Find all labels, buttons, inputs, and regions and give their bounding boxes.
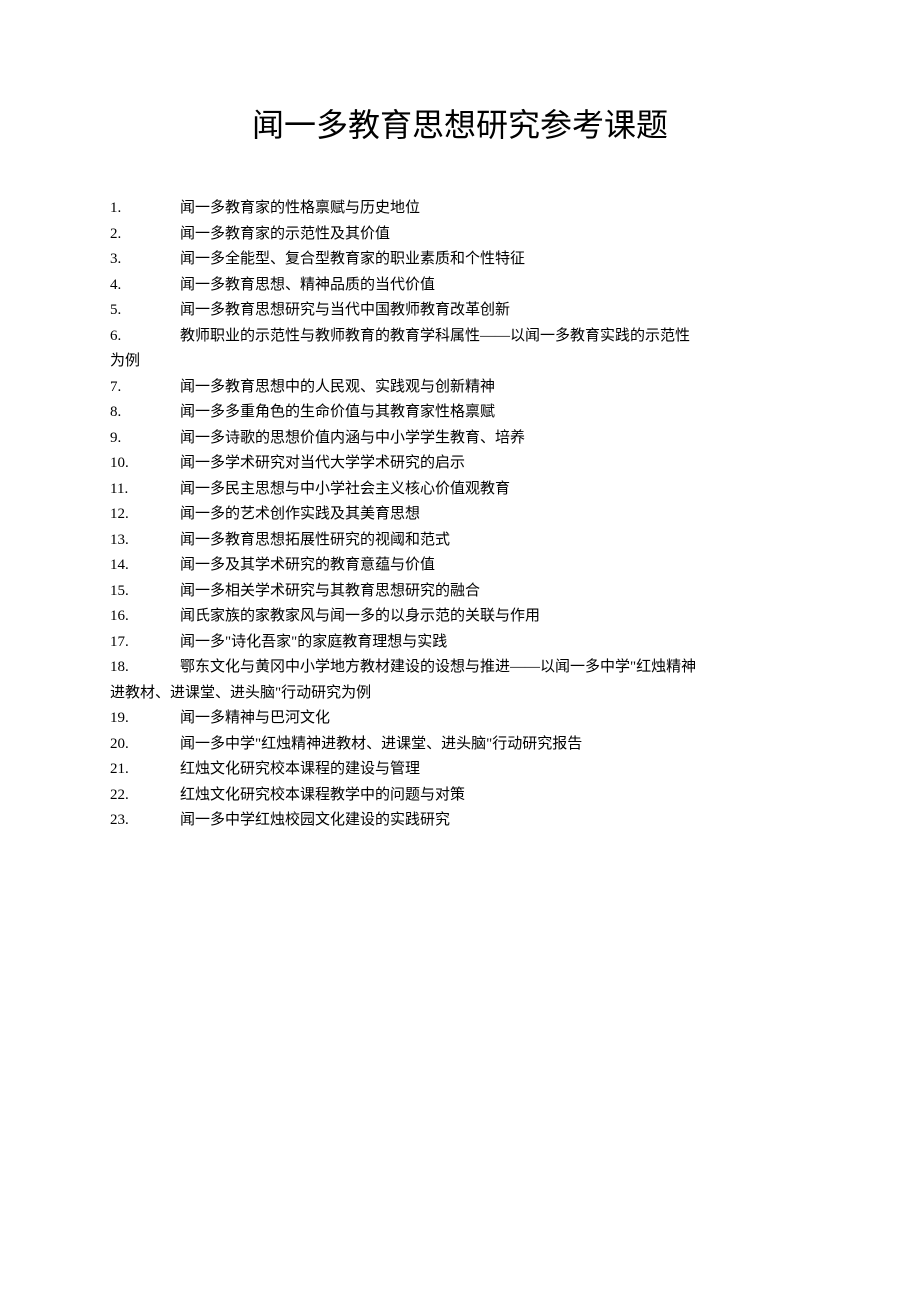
item-text: 闻一多学术研究对当代大学学术研究的启示 bbox=[180, 455, 465, 471]
item-text: 红烛文化研究校本课程的建设与管理 bbox=[180, 761, 420, 777]
item-number: 6. bbox=[110, 324, 142, 350]
item-text: 闻一多教育家的示范性及其价值 bbox=[180, 226, 390, 242]
item-text: 闻一多多重角色的生命价值与其教育家性格禀赋 bbox=[180, 404, 495, 420]
list-item: 6. 教师职业的示范性与教师教育的教育学科属性——以闻一多教育实践的示范性 bbox=[110, 324, 810, 350]
list-item: 11. 闻一多民主思想与中小学社会主义核心价值观教育 bbox=[110, 477, 810, 503]
item-number: 20. bbox=[110, 732, 142, 758]
list-item: 17. 闻一多"诗化吾家"的家庭教育理想与实践 bbox=[110, 630, 810, 656]
item-number: 2. bbox=[110, 222, 142, 248]
item-number: 21. bbox=[110, 757, 142, 783]
list-item: 19. 闻一多精神与巴河文化 bbox=[110, 706, 810, 732]
list-item: 23. 闻一多中学红烛校园文化建设的实践研究 bbox=[110, 808, 810, 834]
list-item: 12. 闻一多的艺术创作实践及其美育思想 bbox=[110, 502, 810, 528]
list-item: 4. 闻一多教育思想、精神品质的当代价值 bbox=[110, 273, 810, 299]
item-number: 18. bbox=[110, 655, 142, 681]
item-number: 7. bbox=[110, 375, 142, 401]
item-number: 5. bbox=[110, 298, 142, 324]
item-number: 22. bbox=[110, 783, 142, 809]
item-number: 13. bbox=[110, 528, 142, 554]
list-item: 8. 闻一多多重角色的生命价值与其教育家性格禀赋 bbox=[110, 400, 810, 426]
item-number: 14. bbox=[110, 553, 142, 579]
list-item: 1. 闻一多教育家的性格禀赋与历史地位 bbox=[110, 196, 810, 222]
item-text: 闻一多中学"红烛精神进教材、进课堂、进头脑"行动研究报告 bbox=[180, 736, 582, 752]
item-number: 19. bbox=[110, 706, 142, 732]
item-continuation: 进教材、进课堂、进头脑"行动研究为例 bbox=[110, 681, 810, 707]
item-text: 闻一多中学红烛校园文化建设的实践研究 bbox=[180, 812, 450, 828]
list-item: 5. 闻一多教育思想研究与当代中国教师教育改革创新 bbox=[110, 298, 810, 324]
item-text: 闻一多相关学术研究与其教育思想研究的融合 bbox=[180, 583, 480, 599]
item-number: 15. bbox=[110, 579, 142, 605]
list-item: 14. 闻一多及其学术研究的教育意蕴与价值 bbox=[110, 553, 810, 579]
list-item: 16. 闻氏家族的家教家风与闻一多的以身示范的关联与作用 bbox=[110, 604, 810, 630]
item-number: 9. bbox=[110, 426, 142, 452]
item-text: 闻一多的艺术创作实践及其美育思想 bbox=[180, 506, 420, 522]
topic-list: 1. 闻一多教育家的性格禀赋与历史地位 2. 闻一多教育家的示范性及其价值 3. 闻一多全… bbox=[110, 196, 810, 834]
item-continuation: 为例 bbox=[110, 349, 810, 375]
list-item: 2. 闻一多教育家的示范性及其价值 bbox=[110, 222, 810, 248]
list-item: 21. 红烛文化研究校本课程的建设与管理 bbox=[110, 757, 810, 783]
item-number: 12. bbox=[110, 502, 142, 528]
item-text: 闻一多教育思想研究与当代中国教师教育改革创新 bbox=[180, 302, 510, 318]
item-number: 4. bbox=[110, 273, 142, 299]
item-text: 闻一多诗歌的思想价值内涵与中小学学生教育、培养 bbox=[180, 430, 525, 446]
item-number: 3. bbox=[110, 247, 142, 273]
item-number: 11. bbox=[110, 477, 142, 503]
list-item: 13. 闻一多教育思想拓展性研究的视阈和范式 bbox=[110, 528, 810, 554]
item-number: 10. bbox=[110, 451, 142, 477]
item-text: 闻一多教育家的性格禀赋与历史地位 bbox=[180, 200, 420, 216]
item-text: 鄂东文化与黄冈中小学地方教材建设的设想与推进——以闻一多中学"红烛精神 bbox=[180, 659, 696, 675]
item-text: 闻一多及其学术研究的教育意蕴与价值 bbox=[180, 557, 435, 573]
item-number: 16. bbox=[110, 604, 142, 630]
item-number: 1. bbox=[110, 196, 142, 222]
list-item: 3. 闻一多全能型、复合型教育家的职业素质和个性特征 bbox=[110, 247, 810, 273]
item-text: 闻氏家族的家教家风与闻一多的以身示范的关联与作用 bbox=[180, 608, 540, 624]
item-text: 闻一多民主思想与中小学社会主义核心价值观教育 bbox=[180, 481, 510, 497]
item-text: 闻一多全能型、复合型教育家的职业素质和个性特征 bbox=[180, 251, 525, 267]
item-text: 闻一多教育思想中的人民观、实践观与创新精神 bbox=[180, 379, 495, 395]
list-item: 22. 红烛文化研究校本课程教学中的问题与对策 bbox=[110, 783, 810, 809]
list-item: 15. 闻一多相关学术研究与其教育思想研究的融合 bbox=[110, 579, 810, 605]
item-text: 教师职业的示范性与教师教育的教育学科属性——以闻一多教育实践的示范性 bbox=[180, 328, 690, 344]
list-item: 9. 闻一多诗歌的思想价值内涵与中小学学生教育、培养 bbox=[110, 426, 810, 452]
item-text: 闻一多"诗化吾家"的家庭教育理想与实践 bbox=[180, 634, 447, 650]
item-number: 23. bbox=[110, 808, 142, 834]
item-text: 闻一多精神与巴河文化 bbox=[180, 710, 330, 726]
list-item: 20. 闻一多中学"红烛精神进教材、进课堂、进头脑"行动研究报告 bbox=[110, 732, 810, 758]
item-number: 17. bbox=[110, 630, 142, 656]
list-item: 18. 鄂东文化与黄冈中小学地方教材建设的设想与推进——以闻一多中学"红烛精神 bbox=[110, 655, 810, 681]
page-title: 闻一多教育思想研究参考课题 bbox=[110, 100, 810, 146]
item-text: 闻一多教育思想、精神品质的当代价值 bbox=[180, 277, 435, 293]
list-item: 10. 闻一多学术研究对当代大学学术研究的启示 bbox=[110, 451, 810, 477]
list-item: 7. 闻一多教育思想中的人民观、实践观与创新精神 bbox=[110, 375, 810, 401]
item-text: 闻一多教育思想拓展性研究的视阈和范式 bbox=[180, 532, 450, 548]
item-number: 8. bbox=[110, 400, 142, 426]
item-text: 红烛文化研究校本课程教学中的问题与对策 bbox=[180, 787, 465, 803]
